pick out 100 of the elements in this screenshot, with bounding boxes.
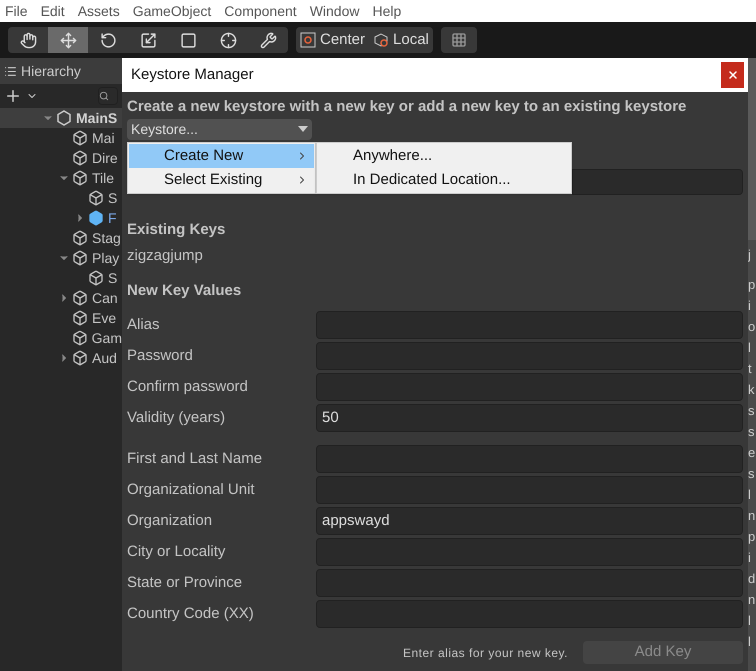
inspector-text: j [747, 246, 752, 264]
field-label: City or Locality [127, 542, 226, 562]
field-label: Confirm password [127, 376, 249, 397]
cube-icon [72, 330, 88, 346]
field-label: Country Code (XX) [127, 604, 255, 624]
text-field[interactable]: 50 [316, 404, 743, 432]
cube-icon [72, 170, 88, 186]
field-label: Password [127, 346, 194, 366]
inspector-text: l [747, 486, 752, 504]
close-button[interactable] [721, 62, 744, 88]
text-field[interactable] [316, 445, 743, 473]
cube-icon [88, 270, 104, 286]
field-label: State or Province [127, 572, 244, 593]
menu-item[interactable]: Anywhere... [318, 144, 570, 168]
hint-text: Enter alias for your new key. [402, 644, 568, 662]
text-field[interactable] [316, 311, 743, 339]
rect-icon [180, 32, 196, 48]
inspector-text: n [747, 591, 756, 609]
move-icon [60, 32, 76, 48]
inspector-text: s [747, 402, 756, 420]
hierarchy-item[interactable]: S [108, 188, 118, 208]
search-icon [99, 91, 109, 101]
search-field[interactable] [98, 87, 118, 105]
field-label: Organizational Unit [127, 480, 256, 500]
cube-icon [72, 130, 88, 146]
text-field[interactable] [316, 342, 743, 370]
window-title: Keystore Manager [131, 64, 254, 85]
menu-item[interactable]: Component [224, 0, 297, 22]
menu-item[interactable]: In Dedicated Location... [318, 168, 570, 192]
inspector-text: p [747, 528, 756, 546]
cube-icon [72, 150, 88, 166]
cube-icon [72, 230, 88, 246]
text-field[interactable] [316, 569, 743, 597]
inspector-text: s [747, 465, 756, 483]
text-field[interactable] [316, 538, 743, 566]
cube-icon [88, 210, 104, 226]
hierarchy-item[interactable]: Mai [92, 128, 115, 148]
cube-icon [72, 290, 88, 306]
inspector-text: l [747, 612, 752, 630]
text-field[interactable] [316, 476, 743, 504]
menu-item[interactable]: Select Existing [129, 168, 314, 192]
inspector-text: l [747, 633, 752, 651]
pivot-button[interactable]: Center [296, 27, 370, 53]
menu-item[interactable]: Help [372, 0, 402, 22]
text-field[interactable] [316, 600, 743, 628]
hierarchy-item[interactable]: Stag [92, 228, 121, 248]
menu-item[interactable]: File [5, 0, 28, 22]
inspector-text: o [747, 318, 756, 336]
hierarchy-item[interactable]: Gam [92, 328, 122, 348]
hand-icon [20, 32, 36, 48]
hierarchy-item[interactable]: Can [92, 288, 118, 308]
local-cube-icon [373, 32, 390, 48]
inspector-text: s [747, 423, 756, 441]
inspector-text: l [747, 339, 752, 357]
dropdown-arrow-icon [298, 126, 308, 132]
heading: Create a new keystore with a new key or add a new key to an existing keystore [127, 97, 688, 117]
hexagon-icon [56, 110, 72, 126]
hierarchy-item[interactable]: Eve [92, 308, 116, 328]
text-field[interactable] [572, 168, 743, 194]
pivot-center-icon [300, 32, 316, 48]
inspector-text: p [747, 276, 756, 294]
rotate-icon [100, 32, 116, 48]
hierarchy-item[interactable]: Aud [92, 348, 117, 368]
hierarchy-item[interactable]: Dire [92, 148, 118, 168]
field-label: Organization [127, 510, 214, 531]
menu-item[interactable]: Edit [40, 0, 65, 22]
hierarchy-item[interactable]: Tile [92, 168, 114, 188]
menu-item[interactable]: Assets [78, 0, 120, 22]
section-heading: New Key Values [127, 280, 242, 300]
menu-item[interactable]: Create New [129, 144, 314, 168]
text-field[interactable]: appswayd [316, 507, 743, 535]
pivot-button[interactable]: Local [369, 27, 433, 53]
grid-snap-button[interactable] [440, 27, 477, 53]
inspector-text: e [747, 444, 756, 462]
field-label: First and Last Name [127, 448, 264, 469]
section-heading: Existing Keys [127, 220, 226, 240]
menu-item[interactable]: Window [310, 0, 360, 22]
keystore-dropdown[interactable]: Keystore... [127, 118, 312, 140]
field-label: Alias [127, 314, 161, 335]
cube-icon [88, 190, 104, 206]
inspector-text: k [747, 381, 756, 399]
inspector-text: i [747, 297, 752, 315]
hierarchy-item[interactable]: F [108, 208, 117, 228]
key-name: zigzagjump [127, 246, 204, 266]
add-icon[interactable] [4, 87, 22, 105]
inspector-text: n [747, 507, 756, 525]
cube-icon [72, 250, 88, 266]
move-tool-button[interactable] [48, 27, 88, 53]
scale-icon [140, 32, 156, 48]
cube-icon [72, 350, 88, 366]
inspector-text: d [747, 570, 756, 588]
text-field[interactable] [316, 373, 743, 401]
inspector-text: t [747, 360, 753, 378]
field-label: Validity (years) [127, 408, 226, 428]
inspector-text: i [747, 549, 752, 567]
grid-icon [450, 32, 467, 48]
hierarchy-item[interactable]: Play [92, 248, 120, 268]
menu-item[interactable]: GameObject [132, 0, 212, 22]
cube-icon [72, 310, 88, 326]
hierarchy-item[interactable]: S [108, 268, 118, 288]
